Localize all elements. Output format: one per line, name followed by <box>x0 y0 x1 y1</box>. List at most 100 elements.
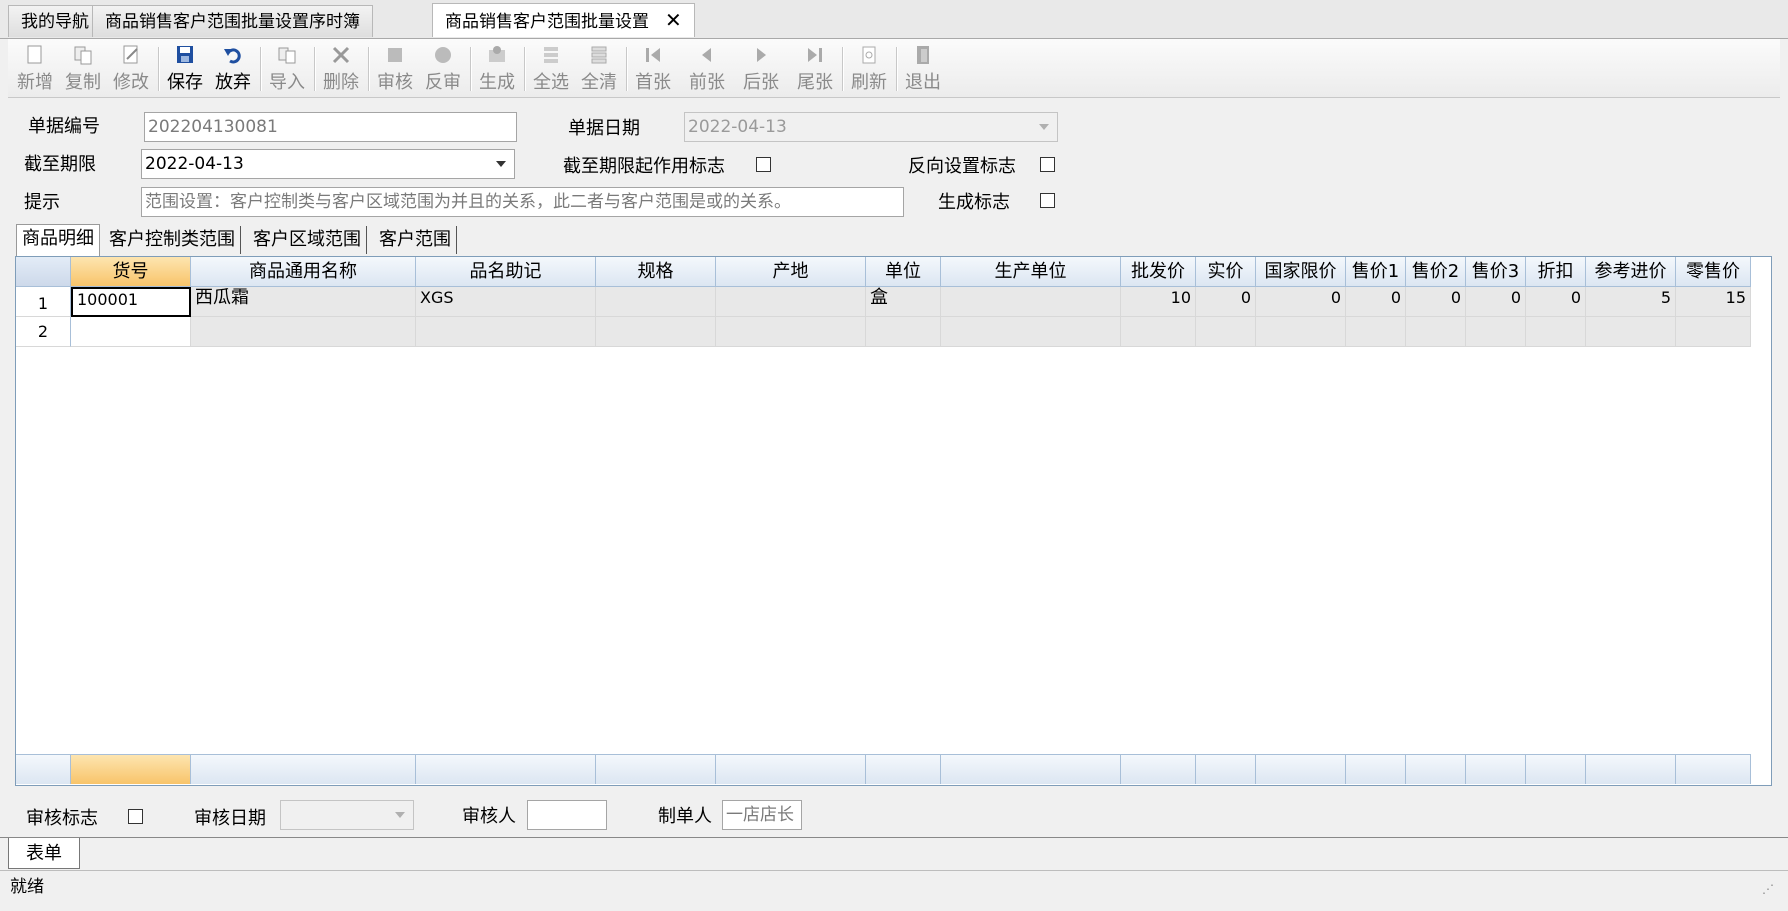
deadline-flag-checkbox[interactable] <box>756 157 771 172</box>
column-header[interactable]: 折扣 <box>1526 257 1586 287</box>
tab-customer-control-range[interactable]: 客户控制类范围 <box>104 226 241 254</box>
next-button[interactable]: 后张 <box>740 39 782 97</box>
undo-icon <box>222 44 244 66</box>
grid-cell[interactable]: 10 <box>1121 287 1196 317</box>
new-button[interactable]: 新增 <box>14 39 56 97</box>
exit-button[interactable]: 退出 <box>902 39 944 97</box>
grid-cell[interactable]: XGS <box>416 287 596 317</box>
grid-cell[interactable]: 0 <box>1466 287 1526 317</box>
tab-customer-region-range[interactable]: 客户区域范围 <box>248 226 367 254</box>
grid-cell[interactable]: 15 <box>1676 287 1751 317</box>
grid-cell[interactable]: 西瓜霜 <box>191 287 416 317</box>
delete-button[interactable]: 删除 <box>320 39 362 97</box>
column-header[interactable]: 规格 <box>596 257 716 287</box>
grid-cell[interactable]: 0 <box>1256 287 1346 317</box>
audit-date-field[interactable] <box>280 800 414 830</box>
last-button[interactable]: 尾张 <box>794 39 836 97</box>
resize-grip-icon[interactable]: ⋰ <box>1762 882 1774 896</box>
grid-cell[interactable]: 0 <box>1526 287 1586 317</box>
column-header[interactable]: 商品通用名称 <box>191 257 416 287</box>
grid-cell[interactable] <box>596 287 716 317</box>
column-header[interactable]: 参考进价 <box>1586 257 1676 287</box>
tab-range-list[interactable]: 商品销售客户范围批量设置序时簿 <box>92 5 373 37</box>
unaudit-button[interactable]: 反审 <box>422 39 464 97</box>
grid-cell[interactable]: 5 <box>1586 287 1676 317</box>
grid-cell[interactable] <box>1586 317 1676 347</box>
grid-cell[interactable]: 0 <box>1196 287 1256 317</box>
column-header[interactable]: 售价1 <box>1346 257 1406 287</box>
tab-my-navigation[interactable]: 我的导航 <box>8 5 102 37</box>
grid-cell[interactable] <box>941 317 1121 347</box>
grid-cell[interactable] <box>71 317 191 347</box>
first-icon <box>642 44 664 66</box>
column-header[interactable]: 售价2 <box>1406 257 1466 287</box>
grid-cell[interactable]: 0 <box>1346 287 1406 317</box>
grid-cell[interactable] <box>1256 317 1346 347</box>
doc-no-field[interactable]: 202204130081 <box>144 112 517 142</box>
row-number[interactable]: 1 <box>16 287 71 317</box>
save-button[interactable]: 保存 <box>164 39 206 97</box>
deadline-field[interactable]: 2022-04-13 <box>141 149 515 179</box>
grid-cell[interactable]: 100001 <box>71 287 191 317</box>
generate-flag-checkbox[interactable] <box>1040 193 1055 208</box>
maker-field[interactable]: 一店店长 <box>722 800 802 830</box>
refresh-button[interactable]: 刷新 <box>848 39 890 97</box>
select-all-button[interactable]: 全选 <box>530 39 572 97</box>
grid-cell[interactable] <box>1121 317 1196 347</box>
grid-cell[interactable]: 0 <box>1406 287 1466 317</box>
column-header[interactable]: 批发价 <box>1121 257 1196 287</box>
tab-label: 商品销售客户范围批量设置 <box>445 12 649 32</box>
grid-cell[interactable] <box>1196 317 1256 347</box>
grid-cell[interactable] <box>416 317 596 347</box>
clear-all-button[interactable]: 全清 <box>578 39 620 97</box>
grid-cell[interactable] <box>941 287 1121 317</box>
generate-button[interactable]: 生成 <box>476 39 518 97</box>
grid-cell[interactable] <box>1346 317 1406 347</box>
edit-icon <box>120 44 142 66</box>
discard-button[interactable]: 放弃 <box>212 39 254 97</box>
doc-date-value: 2022-04-13 <box>688 117 787 137</box>
audit-flag-checkbox[interactable] <box>128 809 143 824</box>
hint-field[interactable]: 范围设置：客户控制类与客户区域范围为并且的关系，此二者与客户范围是或的关系。 <box>141 187 904 217</box>
grid-cell[interactable] <box>866 317 941 347</box>
column-header[interactable]: 国家限价 <box>1256 257 1346 287</box>
prev-button[interactable]: 前张 <box>686 39 728 97</box>
grid-cell[interactable] <box>1406 317 1466 347</box>
grid-cell[interactable] <box>1676 317 1751 347</box>
column-header[interactable]: 生产单位 <box>941 257 1121 287</box>
grid-corner[interactable] <box>16 257 71 287</box>
grid-cell[interactable] <box>596 317 716 347</box>
audit-button[interactable]: 审核 <box>374 39 416 97</box>
reverse-flag-checkbox[interactable] <box>1040 157 1055 172</box>
first-button[interactable]: 首张 <box>632 39 674 97</box>
edit-button[interactable]: 修改 <box>110 39 152 97</box>
column-header[interactable]: 实价 <box>1196 257 1256 287</box>
product-grid[interactable]: 货号 商品通用名称 品名助记 规格 产地 单位 生产单位 批发价 实价 国家限价… <box>15 256 1772 786</box>
column-header[interactable]: 单位 <box>866 257 941 287</box>
save-icon <box>174 44 196 66</box>
close-icon[interactable]: ✕ <box>665 4 682 36</box>
import-button[interactable]: 导入 <box>266 39 308 97</box>
grid-cell[interactable] <box>716 287 866 317</box>
chevron-down-icon <box>1039 124 1049 130</box>
column-header[interactable]: 售价3 <box>1466 257 1526 287</box>
grid-footer-cell <box>1406 754 1466 784</box>
tab-customer-range[interactable]: 客户范围 <box>374 226 457 254</box>
column-header[interactable]: 零售价 <box>1676 257 1751 287</box>
auditor-field[interactable] <box>527 800 607 830</box>
grid-cell[interactable] <box>191 317 416 347</box>
chevron-down-icon[interactable] <box>496 161 506 167</box>
row-number[interactable]: 2 <box>16 317 71 347</box>
copy-button[interactable]: 复制 <box>62 39 104 97</box>
grid-cell[interactable] <box>716 317 866 347</box>
tab-range-batch-setting[interactable]: 商品销售客户范围批量设置 ✕ <box>432 3 695 37</box>
grid-cell[interactable] <box>1466 317 1526 347</box>
doc-date-field[interactable]: 2022-04-13 <box>684 112 1058 142</box>
tab-product-detail[interactable]: 商品明细 <box>16 224 100 257</box>
column-header[interactable]: 货号 <box>71 257 191 287</box>
tab-form[interactable]: 表单 <box>8 838 80 869</box>
column-header[interactable]: 品名助记 <box>416 257 596 287</box>
grid-cell[interactable]: 盒 <box>866 287 941 317</box>
grid-cell[interactable] <box>1526 317 1586 347</box>
column-header[interactable]: 产地 <box>716 257 866 287</box>
